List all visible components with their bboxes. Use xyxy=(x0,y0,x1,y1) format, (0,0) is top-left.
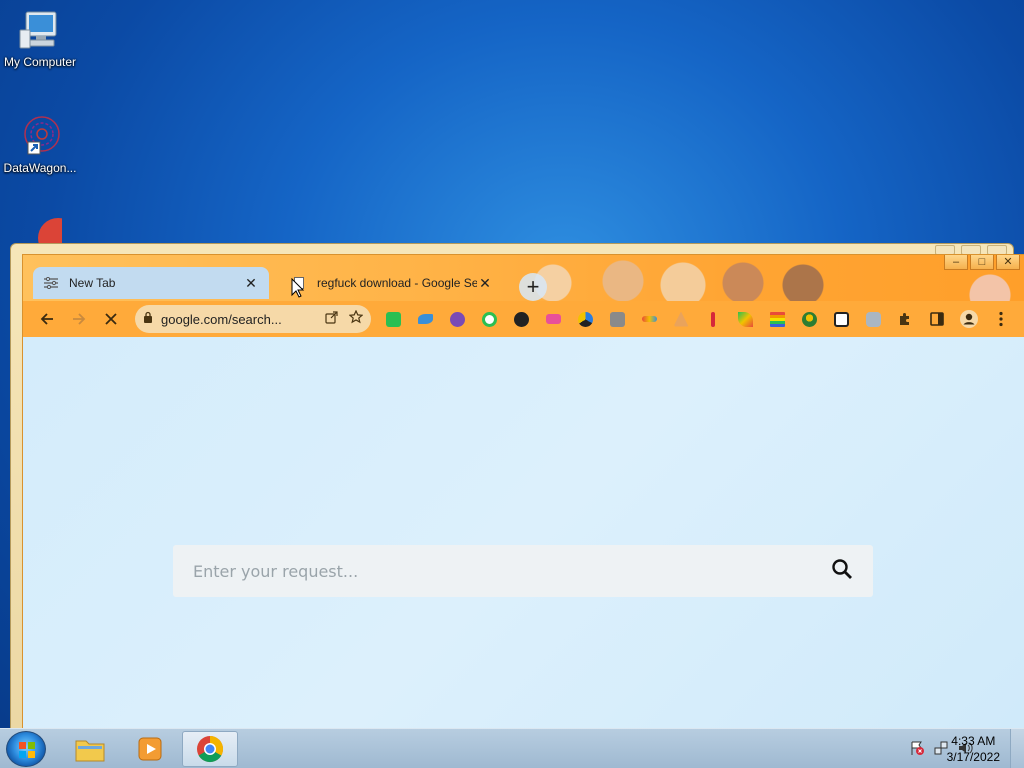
search-box[interactable] xyxy=(173,545,873,597)
extension-rainbow-leaf-icon[interactable] xyxy=(729,303,761,335)
extension-bus-icon[interactable] xyxy=(537,303,569,335)
taskbar-clock[interactable]: 4:33 AM 3/17/2022 xyxy=(947,733,1000,765)
theme-artwork xyxy=(523,255,843,301)
browser-toolbar: google.com/search... xyxy=(23,301,1024,337)
tab-new-tab[interactable]: New Tab ✕ xyxy=(33,267,269,299)
action-center-flag-icon[interactable] xyxy=(908,739,926,757)
extensions-puzzle-icon[interactable] xyxy=(889,303,921,335)
taskbar-chrome[interactable] xyxy=(182,731,238,767)
tab-title: regfuck download - Google Search xyxy=(317,276,477,290)
tab-close-icon[interactable]: ✕ xyxy=(477,275,493,291)
chrome-icon xyxy=(197,735,224,763)
stop-button[interactable] xyxy=(95,303,127,335)
extension-clock-dark-icon[interactable] xyxy=(505,303,537,335)
desktop-icon-label: DataWagon... xyxy=(3,161,77,175)
title-bar[interactable]: – □ ✕ New Tab ✕ regfuck download - Googl… xyxy=(23,255,1024,301)
extension-puzzle-color-icon[interactable] xyxy=(825,303,857,335)
customize-icon xyxy=(43,275,59,291)
clock-date: 3/17/2022 xyxy=(946,750,1000,764)
media-player-icon xyxy=(138,737,162,761)
close-button[interactable]: ✕ xyxy=(996,255,1020,270)
extension-globe-icon[interactable] xyxy=(793,303,825,335)
extension-ball-icon[interactable] xyxy=(569,303,601,335)
share-icon[interactable] xyxy=(325,310,339,329)
tab-close-icon[interactable]: ✕ xyxy=(243,275,259,291)
desktop-icon-label: My Computer xyxy=(3,55,77,69)
extensions-bar xyxy=(377,303,1017,335)
clock-time: 4:33 AM xyxy=(951,734,996,748)
profile-avatar-icon[interactable] xyxy=(953,303,985,335)
new-tab-button[interactable]: + xyxy=(519,273,547,301)
extension-monster-icon[interactable] xyxy=(441,303,473,335)
lock-icon xyxy=(143,310,153,328)
extension-tag-icon[interactable] xyxy=(633,303,665,335)
menu-kebab-icon[interactable] xyxy=(985,303,1017,335)
minimize-button[interactable]: – xyxy=(944,255,968,270)
taskbar-media-player[interactable] xyxy=(122,731,178,767)
theme-artwork-right xyxy=(960,269,1020,301)
arrow-right-icon xyxy=(73,313,86,325)
extension-robot-icon[interactable] xyxy=(857,303,889,335)
mouse-cursor xyxy=(291,277,305,303)
bookmark-star-icon[interactable] xyxy=(348,309,364,329)
datawagon-icon xyxy=(18,114,62,158)
windows-logo-icon xyxy=(19,742,35,758)
arrow-left-icon xyxy=(40,313,53,325)
forward-button[interactable] xyxy=(63,303,95,335)
my-computer-icon xyxy=(18,8,62,52)
extension-bird-icon[interactable] xyxy=(409,303,441,335)
start-button[interactable] xyxy=(6,731,46,767)
extension-rainbow-icon[interactable] xyxy=(761,303,793,335)
side-panel-icon[interactable] xyxy=(921,303,953,335)
taskbar: 4:33 AM 3/17/2022 xyxy=(0,728,1024,768)
back-button[interactable] xyxy=(31,303,63,335)
address-bar[interactable]: google.com/search... xyxy=(135,305,371,333)
search-input[interactable] xyxy=(193,561,831,581)
show-desktop-button[interactable] xyxy=(1010,729,1024,768)
extension-bar-red-icon[interactable] xyxy=(697,303,729,335)
extension-square-o-icon[interactable] xyxy=(601,303,633,335)
folder-icon xyxy=(75,740,105,762)
extension-arrow-up-icon[interactable] xyxy=(665,303,697,335)
tab-title: New Tab xyxy=(69,276,116,290)
page-content xyxy=(23,337,1024,729)
stop-icon xyxy=(105,313,117,325)
address-url: google.com/search... xyxy=(161,311,282,327)
desktop-icon-datawagon[interactable]: DataWagon... xyxy=(0,114,80,175)
taskbar-file-explorer[interactable] xyxy=(62,731,118,767)
extension-meet-icon[interactable] xyxy=(377,303,409,335)
extension-circle-green-icon[interactable] xyxy=(473,303,505,335)
tab-google-search[interactable]: regfuck download - Google Search ✕ xyxy=(281,267,503,299)
chrome-window: – □ ✕ New Tab ✕ regfuck download - Googl… xyxy=(22,254,1024,730)
maximize-button[interactable]: □ xyxy=(970,255,994,270)
window-controls: – □ ✕ xyxy=(944,255,1020,270)
desktop-icon-my-computer[interactable]: My Computer xyxy=(0,8,80,69)
search-icon[interactable] xyxy=(831,558,853,585)
